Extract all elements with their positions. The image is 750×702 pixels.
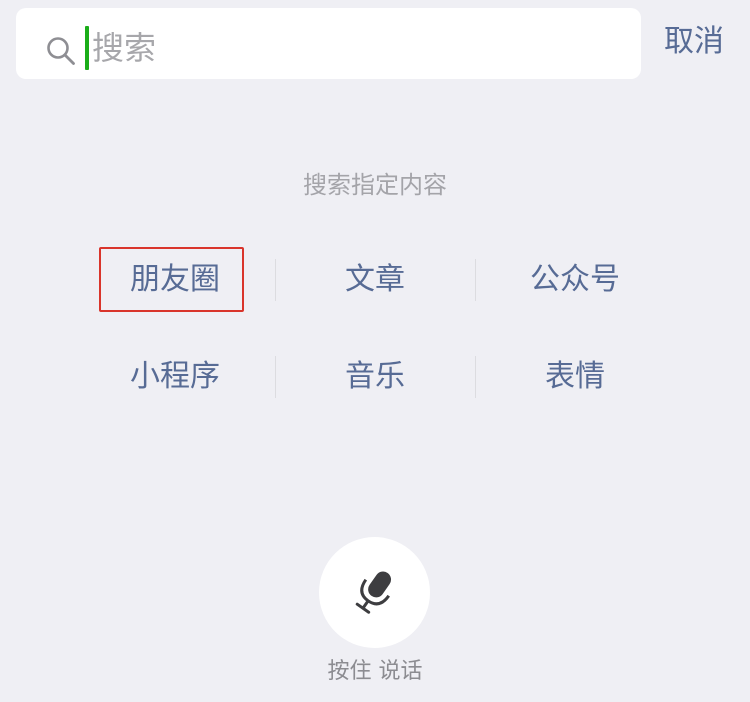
voice-input-button[interactable] xyxy=(319,537,430,648)
category-stickers[interactable]: 表情 xyxy=(475,347,675,407)
highlight-box xyxy=(99,247,244,312)
text-caret xyxy=(85,26,89,70)
voice-hint: 按住 说话 xyxy=(327,659,423,684)
search-icon xyxy=(47,37,75,65)
category-mini-programs[interactable]: 小程序 xyxy=(75,347,275,407)
search-input[interactable] xyxy=(92,20,632,76)
grid-divider xyxy=(275,356,276,398)
category-official-accounts[interactable]: 公众号 xyxy=(475,250,675,310)
cancel-button[interactable]: 取消 xyxy=(664,20,724,64)
grid-divider xyxy=(475,356,476,398)
search-bar[interactable] xyxy=(16,8,641,79)
category-articles[interactable]: 文章 xyxy=(275,250,475,310)
grid-divider xyxy=(275,259,276,301)
category-music[interactable]: 音乐 xyxy=(275,347,475,407)
microphone-icon xyxy=(355,571,392,614)
section-title: 搜索指定内容 xyxy=(303,171,447,199)
grid-divider xyxy=(475,259,476,301)
